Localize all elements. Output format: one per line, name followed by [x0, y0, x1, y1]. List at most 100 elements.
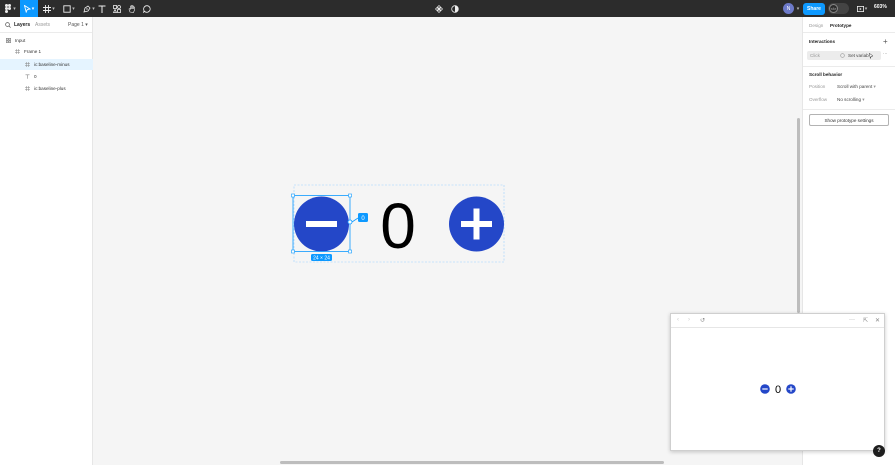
present-button[interactable]: ▾ — [856, 0, 868, 17]
chevron-down-icon: ▾ — [873, 84, 876, 89]
minus-icon — [762, 388, 768, 390]
show-prototype-settings-button[interactable]: Show prototype settings — [809, 114, 889, 126]
divider — [803, 66, 895, 67]
add-interaction-icon[interactable]: + — [883, 37, 888, 46]
overflow-value: No scrolling — [837, 97, 861, 102]
layer-item-frame[interactable]: Frame 1 — [0, 46, 93, 57]
frame-icon — [15, 49, 20, 54]
overflow-select[interactable]: No scrolling ▾ — [837, 97, 865, 103]
avatar-chevron-down-icon[interactable]: ▾ — [795, 0, 801, 17]
components-button[interactable] — [434, 0, 444, 17]
frame-icon — [43, 4, 52, 13]
rectangle-icon — [63, 4, 71, 13]
preview-minus-button[interactable] — [760, 384, 770, 394]
tab-assets[interactable]: Assets — [35, 22, 50, 28]
restart-icon[interactable]: ↺ — [700, 317, 705, 324]
position-select[interactable]: Scroll with parent ▾ — [837, 84, 876, 90]
size-badge-label: 24 × 24 — [313, 256, 330, 262]
comment-tool-button[interactable] — [142, 0, 152, 17]
component-icon — [435, 4, 443, 13]
text-tool-button[interactable] — [97, 0, 107, 17]
left-panel-tabs: Layers Assets Page 1 ▾ — [0, 17, 92, 33]
back-icon[interactable]: ‹ — [677, 317, 679, 323]
pen-tool-button[interactable]: ▾ — [80, 0, 98, 17]
forward-icon[interactable]: › — [688, 317, 690, 323]
divider — [803, 32, 895, 33]
overflow-label: Overflow — [809, 97, 828, 102]
cursor-icon — [869, 53, 874, 59]
counter-value-text[interactable]: 0 — [380, 190, 416, 262]
code-icon: </> — [829, 4, 838, 13]
close-icon[interactable]: ✕ — [875, 317, 880, 324]
help-button[interactable]: ? — [873, 445, 885, 457]
divider — [803, 109, 895, 110]
resources-icon — [113, 4, 121, 13]
minus-button-on-canvas[interactable] — [294, 196, 349, 252]
text-icon — [25, 74, 30, 79]
preview-counter: 0 — [760, 384, 796, 396]
layer-item-plus[interactable]: ic:baseline-plus — [0, 83, 93, 94]
chevron-down-icon: ▾ — [85, 22, 88, 28]
frame-tool-button[interactable]: ▾ — [40, 0, 58, 17]
tab-layers[interactable]: Layers — [14, 22, 30, 28]
page-selector-label: Page 1 — [68, 22, 84, 28]
resize-handle-tr[interactable] — [348, 193, 352, 198]
layer-label: Input — [15, 38, 26, 43]
dev-mode-toggle[interactable]: </> — [828, 3, 849, 14]
preview-plus-button[interactable] — [786, 384, 796, 394]
interaction-action: Set variab — [848, 53, 869, 58]
pen-icon — [83, 4, 91, 13]
open-external-icon[interactable]: ⇱ — [863, 317, 868, 324]
more-options-icon[interactable]: ··· — [849, 317, 855, 323]
layer-label: Frame 1 — [24, 49, 42, 54]
resize-handle-br[interactable] — [348, 249, 352, 254]
plus-icon-vertical — [790, 386, 792, 392]
interactions-title: Interactions — [809, 39, 836, 44]
frame-1-on-canvas[interactable]: 0 0 24 × 24 — [285, 180, 515, 270]
shape-tool-button[interactable]: ▾ — [60, 0, 78, 17]
horizontal-scrollbar[interactable] — [280, 461, 664, 464]
preview-counter-value: 0 — [775, 384, 781, 396]
comment-icon — [143, 4, 151, 13]
move-tool-button[interactable]: ▾ — [20, 0, 38, 17]
layer-label: ic:baseline-plus — [34, 86, 66, 91]
tab-design[interactable]: Design — [809, 23, 823, 28]
layer-label: 0 — [34, 74, 37, 79]
prototype-connector — [351, 217, 359, 223]
scroll-behavior-title: Scroll behavior — [809, 72, 843, 77]
hand-tool-button[interactable] — [127, 0, 137, 17]
figma-logo-icon — [5, 4, 12, 13]
theme-toggle-button[interactable] — [450, 0, 460, 17]
main-menu-button[interactable]: ▾ — [2, 0, 18, 17]
user-avatar[interactable]: N — [783, 3, 794, 14]
grid-icon — [6, 38, 11, 43]
tab-prototype[interactable]: Prototype — [830, 23, 851, 28]
position-label: Position — [809, 84, 826, 89]
resize-handle-tl[interactable] — [291, 193, 295, 198]
connection-node[interactable] — [347, 219, 353, 225]
minus-icon — [306, 221, 337, 227]
plus-button-on-canvas[interactable] — [449, 196, 504, 252]
chevron-down-icon: ▾ — [862, 97, 865, 102]
vertical-scrollbar[interactable] — [797, 118, 800, 313]
layer-item-text[interactable]: 0 — [0, 71, 93, 82]
resize-handle-bl[interactable] — [291, 249, 295, 254]
page-selector[interactable]: Page 1 ▾ — [68, 22, 88, 28]
more-options-icon[interactable]: ··· — [883, 51, 888, 56]
interaction-row[interactable]: Click Set variab — [807, 51, 881, 60]
resources-tool-button[interactable] — [112, 0, 122, 17]
layer-item-minus[interactable]: ic:baseline-minus — [0, 59, 93, 70]
top-toolbar: ▾ ▾ ▾ ▾ ▾ N ▾ Share </> ▾ 603% — [0, 0, 895, 17]
cursor-icon — [23, 4, 31, 13]
search-icon[interactable] — [5, 22, 11, 28]
variable-icon — [840, 53, 845, 58]
contrast-icon — [451, 4, 459, 13]
layer-item-page[interactable]: Input — [0, 35, 93, 46]
layer-label: ic:baseline-minus — [34, 62, 70, 67]
play-icon — [856, 5, 864, 12]
zoom-level[interactable]: 603% — [874, 4, 887, 10]
share-button[interactable]: Share — [803, 3, 825, 15]
plus-icon-vertical — [473, 208, 480, 240]
preview-header: ‹ › ↺ ··· ⇱ ✕ — [671, 314, 884, 328]
component-icon — [25, 86, 30, 91]
